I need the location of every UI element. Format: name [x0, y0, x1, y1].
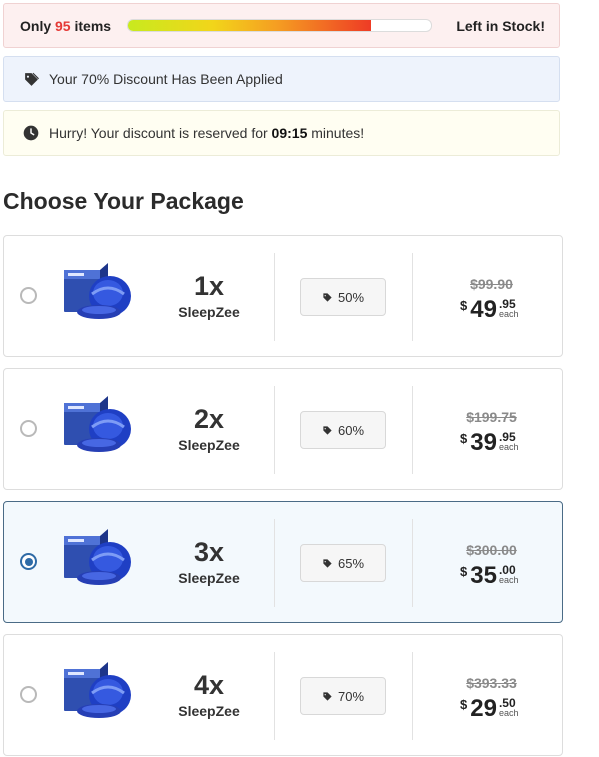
- package-quantity: 3x: [193, 537, 225, 567]
- new-price: $ 39 .95 each: [460, 429, 518, 459]
- package-product-name: SleepZee: [178, 437, 240, 453]
- sleepzee-product-box-icon: [62, 526, 134, 588]
- sleepzee-product-box-icon: [62, 260, 134, 322]
- price-unit: each: [498, 309, 519, 319]
- package-quantity: 4x: [193, 670, 225, 700]
- discount-notice: Your 70% Discount Has Been Applied: [3, 56, 560, 102]
- discount-badge: 50%: [300, 278, 386, 316]
- old-price: $199.75: [466, 409, 517, 425]
- timer-text-before: Hurry! Your discount is reserved for: [49, 125, 272, 141]
- timer-notice: Hurry! Your discount is reserved for 09:…: [3, 110, 560, 156]
- divider: [274, 652, 275, 740]
- price-integer: 35: [470, 562, 497, 589]
- clock-icon: [22, 124, 40, 142]
- stock-progress-fill: [128, 20, 371, 31]
- stock-progress-bar: [127, 19, 433, 32]
- divider: [274, 386, 275, 474]
- timer-text: Hurry! Your discount is reserved for 09:…: [49, 125, 364, 141]
- price-unit: each: [498, 708, 519, 718]
- new-price: $ 35 .00 each: [460, 562, 518, 592]
- package-card-4x[interactable]: 4x SleepZee 70% $393.33 $ 29 .50 each: [3, 634, 563, 756]
- package-quantity: 1x: [193, 271, 225, 301]
- sleepzee-product-box-icon: [62, 393, 134, 455]
- price-currency: $: [460, 298, 468, 313]
- package-radio[interactable]: [20, 287, 37, 304]
- discount-text: Your 70% Discount Has Been Applied: [49, 71, 283, 87]
- price-unit: each: [498, 442, 519, 452]
- divider: [412, 652, 413, 740]
- package-quantity-block: 2x SleepZee: [154, 404, 264, 453]
- stock-bar: Only 95 items Left in Stock!: [3, 3, 560, 48]
- divider: [412, 519, 413, 607]
- stock-prefix: Only: [20, 17, 56, 34]
- timer-text-after: minutes!: [307, 125, 365, 141]
- discount-percent: 70%: [337, 688, 365, 704]
- timer-countdown: 09:15: [271, 125, 308, 141]
- package-quantity-block: 1x SleepZee: [154, 271, 264, 320]
- stock-left-label: Left in Stock!: [456, 17, 545, 34]
- package-card-2x[interactable]: 2x SleepZee 60% $199.75 $ 39 .95 each: [3, 368, 563, 490]
- new-price: $ 49 .95 each: [460, 296, 518, 326]
- new-price: $ 29 .50 each: [460, 695, 518, 725]
- discount-percent: 65%: [337, 555, 365, 571]
- old-price: $393.33: [466, 675, 517, 691]
- package-quantity-block: 3x SleepZee: [154, 537, 264, 586]
- tag-icon: [322, 691, 333, 702]
- tag-icon: [22, 70, 40, 88]
- tag-icon: [322, 292, 333, 303]
- sleepzee-product-box-icon: [62, 659, 134, 721]
- divider: [274, 253, 275, 341]
- price-currency: $: [460, 697, 468, 712]
- stock-suffix: items: [70, 17, 112, 34]
- package-quantity: 2x: [193, 404, 225, 434]
- package-radio[interactable]: [20, 553, 37, 570]
- discount-percent: 50%: [337, 289, 365, 305]
- package-quantity-block: 4x SleepZee: [154, 670, 264, 719]
- divider: [412, 386, 413, 474]
- package-card-1x[interactable]: 1x SleepZee 50% $99.90 $ 49 .95 each: [3, 235, 563, 357]
- package-product-name: SleepZee: [178, 304, 240, 320]
- tag-icon: [322, 425, 333, 436]
- package-card-3x[interactable]: 3x SleepZee 65% $300.00 $ 35 .00 each: [3, 501, 563, 623]
- discount-badge: 70%: [300, 677, 386, 715]
- price-currency: $: [460, 564, 468, 579]
- divider: [412, 253, 413, 341]
- price-currency: $: [460, 431, 468, 446]
- package-product-name: SleepZee: [178, 570, 240, 586]
- price-unit: each: [498, 575, 519, 585]
- price-integer: 29: [470, 695, 497, 722]
- tag-icon: [322, 558, 333, 569]
- divider: [274, 519, 275, 607]
- stock-label: Only 95 items: [20, 18, 111, 34]
- old-price: $99.90: [470, 276, 513, 292]
- discount-percent: 60%: [337, 422, 365, 438]
- section-title: Choose Your Package: [3, 188, 244, 214]
- discount-badge: 65%: [300, 544, 386, 582]
- package-radio[interactable]: [20, 686, 37, 703]
- package-radio[interactable]: [20, 420, 37, 437]
- discount-badge: 60%: [300, 411, 386, 449]
- price-integer: 49: [470, 296, 497, 323]
- price-integer: 39: [470, 429, 497, 456]
- old-price: $300.00: [466, 542, 517, 558]
- package-product-name: SleepZee: [178, 703, 240, 719]
- stock-count: 95: [55, 17, 71, 34]
